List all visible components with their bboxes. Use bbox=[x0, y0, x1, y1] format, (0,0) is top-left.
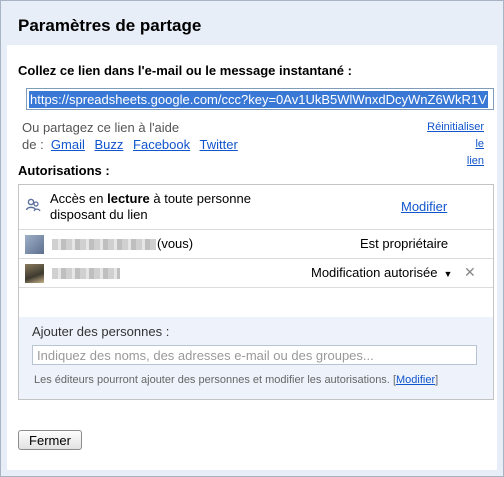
editor-note-text: Les éditeurs pourront ajouter des person… bbox=[34, 374, 390, 386]
share-via-block: Ou partagez ce lien à l'aide de : Gmail … bbox=[22, 119, 244, 153]
link-section-label: Collez ce lien dans l'e-mail ou le messa… bbox=[18, 63, 352, 78]
people-icon bbox=[25, 198, 41, 212]
sharing-dialog: Paramètres de partage Collez ce lien dan… bbox=[0, 0, 504, 477]
reset-link-line1: Réinitialiser le bbox=[427, 121, 484, 150]
editor-role: Modification autorisée bbox=[311, 265, 438, 280]
close-button[interactable]: Fermer bbox=[18, 430, 82, 450]
link-access-suffix: à toute personne bbox=[153, 191, 251, 206]
link-access-row: Accès en lecture à toute personne dispos… bbox=[19, 185, 493, 230]
close-icon[interactable]: ✕ bbox=[464, 264, 476, 281]
add-people-label: Ajouter des personnes : bbox=[32, 324, 170, 339]
link-access-prefix: Accès en bbox=[50, 191, 104, 206]
add-people-input[interactable] bbox=[32, 345, 477, 365]
person-row-editor: Modification autorisée ▼ ✕ bbox=[19, 259, 493, 288]
share-buzz-link[interactable]: Buzz bbox=[95, 137, 124, 152]
share-twitter-link[interactable]: Twitter bbox=[200, 137, 238, 152]
reset-link-button[interactable]: Réinitialiser le lien bbox=[417, 119, 484, 170]
editor-note-bracket-close: ] bbox=[435, 374, 439, 386]
link-access-level: lecture bbox=[107, 191, 150, 206]
reset-link-line2: lien bbox=[466, 155, 484, 167]
editor-role-dropdown[interactable]: Modification autorisée ▼ bbox=[311, 265, 452, 280]
permissions-list: Accès en lecture à toute personne dispos… bbox=[18, 184, 494, 400]
share-via-prefix: de : bbox=[22, 137, 44, 152]
redacted-name bbox=[52, 239, 156, 250]
share-via-links: de : Gmail Buzz Facebook Twitter bbox=[22, 136, 244, 153]
dialog-title: Paramètres de partage bbox=[18, 16, 202, 35]
avatar bbox=[25, 235, 44, 254]
avatar bbox=[25, 264, 44, 283]
caret-down-icon: ▼ bbox=[443, 269, 453, 279]
share-facebook-link[interactable]: Facebook bbox=[133, 137, 190, 152]
add-people-panel: Ajouter des personnes : Les éditeurs pou… bbox=[19, 317, 493, 399]
share-gmail-link[interactable]: Gmail bbox=[51, 137, 85, 152]
owner-you-label: (vous) bbox=[157, 236, 194, 251]
redacted-name bbox=[52, 268, 120, 279]
link-access-text: Accès en lecture à toute personne dispos… bbox=[50, 191, 251, 223]
share-link-field[interactable]: https://spreadsheets.google.com/ccc?key=… bbox=[26, 88, 494, 110]
dialog-content: Collez ce lien dans l'e-mail ou le messa… bbox=[7, 45, 497, 470]
link-access-line2: disposant du lien bbox=[50, 207, 148, 222]
editor-note-modify-link[interactable]: Modifier bbox=[396, 374, 435, 386]
person-row-owner: (vous) Est propriétaire bbox=[19, 230, 493, 259]
owner-role: Est propriétaire bbox=[360, 236, 449, 251]
editor-note: Les éditeurs pourront ajouter des person… bbox=[34, 374, 438, 386]
share-link-url[interactable]: https://spreadsheets.google.com/ccc?key=… bbox=[29, 91, 488, 108]
permissions-label: Autorisations : bbox=[18, 163, 110, 178]
modify-link-access-link[interactable]: Modifier bbox=[401, 199, 447, 214]
title-bar: Paramètres de partage bbox=[2, 2, 502, 44]
share-via-line1: Ou partagez ce lien à l'aide bbox=[22, 120, 180, 135]
